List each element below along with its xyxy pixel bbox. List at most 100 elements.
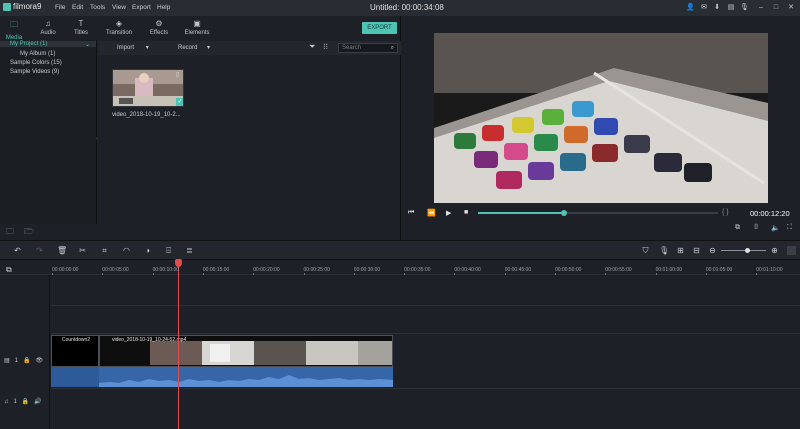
speaker-icon[interactable]: 🔊 bbox=[34, 398, 41, 405]
feedback-icon[interactable]: ▤ bbox=[727, 4, 735, 12]
titles-icon: T bbox=[78, 19, 84, 28]
ruler-tick-label: 00:00:25:00 bbox=[303, 267, 330, 273]
ruler-tick-mark bbox=[102, 273, 104, 275]
track-divider bbox=[51, 388, 800, 389]
folder-icon[interactable]: 🗁 bbox=[24, 226, 34, 240]
media-thumbnail[interactable]: ▯ ✓ bbox=[112, 69, 184, 107]
tab-transition[interactable]: ◈ Transition bbox=[99, 19, 139, 36]
import-button[interactable]: Import ▾ bbox=[117, 44, 149, 51]
audio-mixer-icon[interactable]: ⊞ bbox=[676, 246, 685, 255]
menu-view[interactable]: View bbox=[112, 4, 126, 11]
snapshot-icon[interactable]: ⌷ bbox=[754, 224, 758, 232]
record-button[interactable]: Record ▾ bbox=[178, 44, 210, 51]
menu-export[interactable]: Export bbox=[132, 4, 151, 11]
video-track-icon: ▤ bbox=[4, 358, 10, 364]
menu-help[interactable]: Help bbox=[157, 4, 170, 11]
ruler-tick-label: 00:00:45:00 bbox=[504, 267, 532, 273]
audio-adjust-icon[interactable]: ≣ bbox=[185, 246, 194, 255]
tree-item-sample-colors[interactable]: Sample Colors (15) bbox=[10, 60, 62, 66]
title-clip-label: Countdown2 bbox=[62, 337, 91, 343]
playhead-handle[interactable] bbox=[175, 259, 182, 267]
audio-track-header: ♫ 1 🔒 🔊 bbox=[4, 398, 42, 406]
zoom-out-icon[interactable]: ⊖ bbox=[708, 246, 717, 255]
crop-icon[interactable]: ⌗ bbox=[100, 246, 109, 255]
undo-icon[interactable]: ↶ bbox=[13, 246, 22, 255]
filmora-logo-icon bbox=[3, 2, 11, 11]
filter-icon[interactable]: ⏷ bbox=[309, 42, 315, 52]
menu-tools[interactable]: Tools bbox=[90, 4, 105, 11]
add-track-icon[interactable]: ⧉ bbox=[6, 265, 12, 275]
mic-icon[interactable]: 🎙 bbox=[740, 4, 749, 12]
volume-icon[interactable]: 🔈 bbox=[771, 224, 780, 232]
new-folder-icon[interactable]: 🗀 bbox=[6, 226, 14, 240]
ruler-tick-mark bbox=[655, 273, 657, 275]
title-clip[interactable]: Countdown2 bbox=[51, 335, 99, 367]
menu-edit[interactable]: Edit bbox=[72, 4, 83, 11]
preview-scrubber[interactable] bbox=[478, 212, 718, 214]
app-name: filmora9 bbox=[13, 2, 42, 11]
export-button[interactable]: EXPORT bbox=[362, 22, 397, 34]
video-clip[interactable]: video_2018-10-19_10-24-52.mp4 bbox=[99, 335, 393, 367]
title-audio-segment bbox=[51, 367, 99, 387]
lock-icon[interactable]: 🔒 bbox=[22, 398, 29, 405]
preview-timecode: 00:00:12:20 bbox=[750, 209, 790, 218]
zoom-slider-handle[interactable] bbox=[745, 248, 750, 253]
render-icon[interactable]: ⛉ bbox=[641, 246, 650, 255]
playhead[interactable] bbox=[178, 262, 179, 429]
tree-item-my-project[interactable]: My Project (1) ⌄ bbox=[0, 41, 96, 48]
tab-elements[interactable]: ▣ Elements bbox=[177, 19, 217, 36]
play-icon[interactable]: ▶ bbox=[446, 209, 451, 217]
search-input[interactable]: Search ⌕ bbox=[338, 43, 398, 53]
ruler-tick-mark bbox=[303, 273, 305, 275]
fullscreen-icon[interactable]: ⛶ bbox=[787, 224, 792, 232]
delete-icon[interactable]: 🗑 bbox=[57, 246, 67, 255]
chevron-down-icon: ▾ bbox=[145, 45, 149, 51]
menu-file[interactable]: File bbox=[55, 4, 65, 11]
maximize-icon[interactable]: □ bbox=[772, 4, 780, 12]
ruler-tick-label: 00:00:50:00 bbox=[555, 267, 582, 273]
previous-frame-icon[interactable]: ⏪ bbox=[427, 209, 436, 217]
record-voiceover-icon[interactable]: 🎙 bbox=[659, 246, 669, 255]
tab-titles[interactable]: T Titles bbox=[61, 19, 101, 36]
mark-in-out-brackets[interactable]: { } bbox=[722, 209, 729, 216]
close-icon[interactable]: ✕ bbox=[787, 4, 795, 12]
zoom-in-icon[interactable]: ⊕ bbox=[770, 246, 779, 255]
notification-icon[interactable]: ✉ bbox=[700, 4, 708, 12]
speed-icon[interactable]: ◠ bbox=[122, 246, 131, 255]
tab-effects[interactable]: ⚙ Effects bbox=[139, 19, 179, 36]
redo-icon[interactable]: ↷ bbox=[35, 246, 44, 255]
step-back-icon[interactable]: ⏮ bbox=[408, 209, 414, 217]
color-icon[interactable]: ◑ bbox=[143, 246, 152, 255]
fit-timeline-icon[interactable] bbox=[787, 246, 796, 255]
ruler-tick-mark bbox=[705, 273, 707, 275]
tree-item-sample-videos[interactable]: Sample Videos (9) bbox=[10, 69, 59, 75]
split-screen-icon[interactable]: ⊟ bbox=[692, 246, 701, 255]
display-icon[interactable]: ⧉ bbox=[735, 224, 740, 232]
ruler-tick-mark bbox=[152, 273, 154, 275]
green-screen-icon[interactable]: ⌹ bbox=[164, 246, 173, 255]
minimize-icon[interactable]: – bbox=[757, 4, 765, 12]
ruler-tick-mark bbox=[555, 273, 556, 275]
collapse-arrow-icon[interactable]: ‹ bbox=[96, 136, 98, 142]
music-track-icon: ♫ bbox=[4, 398, 9, 405]
search-icon: ⌕ bbox=[390, 45, 394, 51]
ruler-tick-label: 00:00:00:00 bbox=[52, 267, 79, 273]
grid-view-icon[interactable]: ⁝⁝ bbox=[323, 42, 328, 51]
ruler-tick-label: 00:00:40:00 bbox=[454, 267, 481, 273]
eye-icon[interactable]: 👁 bbox=[36, 357, 44, 364]
media-item-caption: video_2018-10-19_10-2... bbox=[112, 112, 181, 118]
stop-icon[interactable]: ■ bbox=[464, 209, 468, 216]
lock-icon[interactable]: 🔒 bbox=[23, 357, 30, 364]
video-clip-label: video_2018-10-19_10-24-52.mp4 bbox=[112, 337, 187, 343]
ruler-tick-label: 00:00:20:00 bbox=[253, 267, 280, 273]
cut-icon[interactable]: ✂ bbox=[78, 246, 87, 255]
account-icon[interactable]: 👤 bbox=[686, 4, 695, 12]
chevron-down-icon: ▾ bbox=[207, 45, 211, 51]
audio-clip[interactable] bbox=[51, 367, 393, 387]
zoom-slider[interactable] bbox=[721, 250, 766, 251]
ruler-tick-label: 00:00:55:00 bbox=[605, 267, 632, 273]
tree-item-my-album[interactable]: My Album (1) bbox=[20, 51, 55, 57]
download-icon[interactable]: ⬇ bbox=[713, 4, 721, 12]
ruler-tick-mark bbox=[52, 273, 53, 275]
track-divider bbox=[51, 333, 800, 334]
